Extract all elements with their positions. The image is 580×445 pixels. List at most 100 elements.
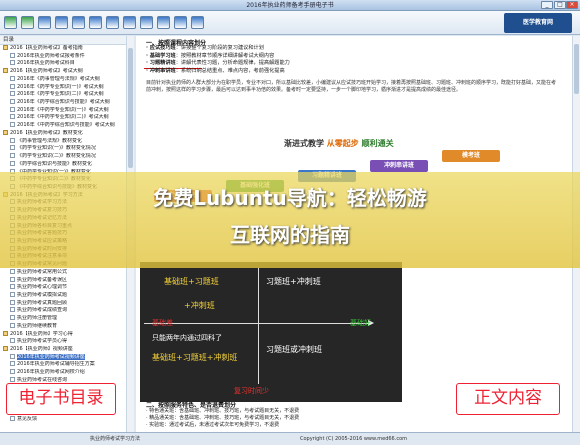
course-bullet-title: · 应试技巧班: [146, 45, 176, 51]
page-icon: [10, 137, 15, 143]
search-button[interactable]: [140, 16, 153, 29]
page-icon: [10, 75, 15, 81]
course-bullet-text: ：讲授整个复习阶段的复习建议和计划: [175, 45, 264, 51]
folder-icon: [3, 68, 8, 74]
minimize-button[interactable]: _: [541, 1, 553, 9]
toc-item[interactable]: 2016年《中药学综合知识与技能》考试大纲: [0, 122, 133, 130]
toc-item[interactable]: 2016年《中药学专业知识(二)》考试大纲: [0, 114, 133, 122]
app-window: 2016年执业药师备考手册电子书 _ □ × 医学教育网 目录 2016【执业药…: [0, 0, 580, 445]
page-icon: [10, 369, 15, 375]
window-title: 2016年执业药师备考手册电子书: [246, 2, 334, 9]
toolbar: 医学教育网: [0, 11, 580, 35]
home-button[interactable]: [38, 16, 51, 29]
toc-item-label: 2016【执业药师考试】教材变化: [10, 129, 83, 136]
toc-folder[interactable]: 2016【执业药师】学习心得: [0, 330, 133, 339]
help-button[interactable]: [174, 16, 187, 29]
toc-item[interactable]: 《药事管理与法规》教材变化: [0, 137, 133, 146]
toc-item[interactable]: 2016年执业药师考试报考条件: [0, 52, 133, 61]
quadrant-bottom-left: 基础班+习题班+冲刺班: [152, 353, 238, 362]
folder-icon: [3, 330, 8, 336]
toc-item-label: 2016年执业药师考试科目: [17, 60, 75, 67]
toc-item[interactable]: 2016年《药学专业知识(一)》考试大纲: [0, 83, 133, 92]
page-icon: [10, 338, 15, 344]
toc-item[interactable]: 2016年执业药师考试辅导招生方案: [0, 361, 133, 369]
toc-item-label: 2016年《药学专业知识(二)》考试大纲: [17, 91, 104, 98]
back-button[interactable]: [4, 16, 17, 29]
service-bullet: · 实验班：通过考试后，未通过考试次年可免费学习，不退费: [146, 422, 280, 428]
toc-item[interactable]: 执业药师考试常用公式: [0, 268, 133, 277]
toc-item[interactable]: 执业药师考试真题回顾: [0, 299, 133, 308]
toc-item-label: 《药学综合知识与技能》教材变化: [17, 160, 93, 167]
page-icon: [10, 268, 15, 274]
course-bullet-title: · 基础学习班: [146, 52, 176, 59]
page-icon: [10, 99, 15, 105]
bookmark-button[interactable]: [123, 16, 136, 29]
toc-item[interactable]: 2016年《药学综合知识与技能》考试大纲: [0, 99, 133, 107]
page-icon: [10, 322, 15, 328]
toc-item-label: 执业药师继续教育: [17, 322, 58, 329]
about-button[interactable]: [191, 16, 204, 29]
toc-item[interactable]: 《药学专业知识(一)》教材变化情况: [0, 145, 133, 153]
toc-item[interactable]: 意见反馈: [0, 415, 133, 424]
intro-paragraph: 目前针对执业药师的人群大部分为在职学员，专业不对口，所以基础比较差，小编建议从应…: [146, 80, 557, 93]
quadrant-v-axis: [258, 268, 259, 384]
toc-button[interactable]: [106, 16, 119, 29]
toc-folder[interactable]: 2016【执业药师考试】备考指南: [0, 45, 133, 53]
toc-item[interactable]: 2016年《药学专业知识(二)》考试大纲: [0, 91, 133, 99]
print-button[interactable]: [55, 16, 68, 29]
course-bullet: · 习题精讲班：讲解代表性习题，分析命题规律，提高解题能力: [146, 60, 290, 67]
site-logo: 医学教育网: [504, 13, 572, 33]
course-bullet-title: · 习题精讲班: [146, 60, 176, 66]
content-scroll-thumb[interactable]: [574, 44, 579, 94]
toc-item[interactable]: 2016年《药事管理与法规》考试大纲: [0, 75, 133, 84]
toc-folder[interactable]: 2016【执业药师考试】教材变化: [0, 129, 133, 138]
title-bar: 2016年执业药师备考手册电子书 _ □ ×: [0, 0, 580, 11]
course-bullet-text: ：按照教材章节顺序详细讲解考试大纲内容: [175, 52, 275, 59]
toc-item[interactable]: 执业药师考试学员心得: [0, 338, 133, 346]
toc-item-label: 执业药师考试备考误区: [17, 276, 68, 283]
maximize-button[interactable]: □: [554, 1, 566, 9]
toc-item[interactable]: 2016年《中药学专业知识(一)》考试大纲: [0, 106, 133, 115]
toc-item[interactable]: 执业药师考试备考误区: [0, 276, 133, 285]
toc-item[interactable]: 执业药师注册管理: [0, 315, 133, 323]
toc-item[interactable]: 执业药师考试成绩查询: [0, 307, 133, 315]
toc-item-label: 2016年《药事管理与法规》考试大纲: [17, 75, 100, 82]
toc-item-label: 2016【执业药师】学习心得: [10, 330, 73, 337]
toc-item[interactable]: 执业药师考试心理调节: [0, 284, 133, 292]
toc-folder[interactable]: 2016【执业药师考试】考试大纲: [0, 68, 133, 76]
zoom-in-button[interactable]: [72, 16, 85, 29]
headline-line-2: 互联网的指南: [230, 223, 350, 247]
toc-scroll-thumb[interactable]: [128, 48, 133, 168]
folder-icon: [3, 45, 8, 50]
find-button[interactable]: [157, 16, 170, 29]
toc-item[interactable]: 《药学综合知识与技能》教材变化: [0, 160, 133, 169]
page-icon: [10, 83, 15, 89]
forward-button[interactable]: [21, 16, 34, 29]
toc-item-label: 执业药师考试心理调节: [17, 284, 68, 291]
toc-item-label: 2016年《中药学专业知识(一)》考试大纲: [17, 106, 109, 113]
page-icon: [10, 160, 15, 166]
toc-item-label: 2016【执业药师考试】备考指南: [10, 45, 83, 51]
toc-item[interactable]: 2016年执业药师考试科目: [0, 60, 133, 68]
toc-item[interactable]: 2016年执业药师考试网校介绍: [0, 369, 133, 377]
bottom-axis-label: 复习时间少: [234, 387, 269, 395]
content-callout-label: 正文内容: [456, 383, 560, 415]
quadrant-bottom-left-note: 只能两年内通过四科了: [152, 334, 222, 342]
close-button[interactable]: ×: [566, 1, 578, 9]
zoom-out-button[interactable]: [89, 16, 102, 29]
status-bar: 执业药师考试学习方法 Copyright (C) 2005-2016 www.m…: [0, 432, 580, 445]
toc-item[interactable]: 《药学专业知识(二)》教材变化情况: [0, 153, 133, 161]
course-bullet: · 应试技巧班：讲授整个复习阶段的复习建议和计划: [146, 45, 264, 52]
page-icon: [10, 299, 15, 305]
toc-item[interactable]: 执业药师考试模拟试题: [0, 292, 133, 300]
quadrant-top-right: 习题班+冲刺班: [266, 277, 321, 286]
toc-item-label: 执业药师考试在线咨询: [17, 376, 68, 383]
course-bullet-text: ：讲解代表性习题，分析命题规律，提高解题能力: [175, 60, 290, 66]
toc-item[interactable]: 执业药师继续教育: [0, 322, 133, 331]
course-step-box: 冲刺串讲班: [370, 160, 428, 172]
page-icon: [10, 276, 15, 282]
course-bullet-title: · 冲刺串讲班: [146, 67, 176, 74]
toc-item-label: 意见反馈: [17, 415, 38, 422]
toc-item[interactable]: 2016年执业药师考试视频讲座: [0, 353, 133, 362]
toc-folder[interactable]: 2016【执业药师】视频讲座: [0, 346, 133, 354]
